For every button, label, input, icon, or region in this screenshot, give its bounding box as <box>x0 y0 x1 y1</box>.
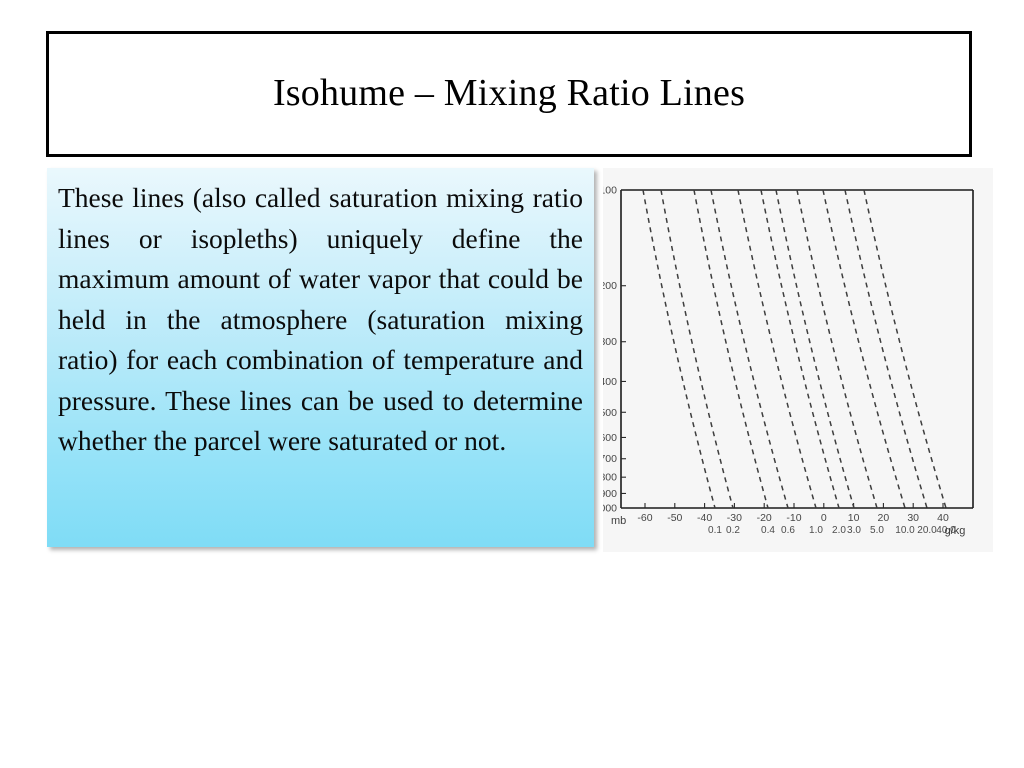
x-tick-label: -60 <box>637 512 652 524</box>
y-tick-label: 400 <box>603 376 617 388</box>
x-tick-label: 40 <box>937 512 949 524</box>
y-tick-label: 600 <box>603 432 617 444</box>
skewt-isohume-chart: 1002003004005006007008009001000 -60-50-4… <box>603 168 993 552</box>
mixing-ratio-tick-label: 2.0 <box>832 525 846 536</box>
body-paragraph: These lines (also called saturation mixi… <box>58 182 583 456</box>
chart-background <box>603 168 993 552</box>
mixing-ratio-tick-label: 0.4 <box>761 525 775 536</box>
y-tick-label: 700 <box>603 453 617 465</box>
y-tick-label: 800 <box>603 472 617 484</box>
mixing-ratio-tick-label: 0.6 <box>781 525 795 536</box>
x-tick-label: -20 <box>757 512 772 524</box>
page-title: Isohume – Mixing Ratio Lines <box>272 72 746 115</box>
y-tick-label: 100 <box>603 185 617 197</box>
y-tick-label: 1000 <box>603 503 617 515</box>
x-tick-label: 0 <box>821 512 827 524</box>
y-tick-label: 500 <box>603 407 617 419</box>
mixing-ratio-tick-label: 5.0 <box>870 525 884 536</box>
y-tick-label: 300 <box>603 336 617 348</box>
content-panel: These lines (also called saturation mixi… <box>47 168 594 547</box>
mixing-ratio-tick-label: 20.0 <box>917 525 937 536</box>
y-tick-label: 900 <box>603 488 617 500</box>
chart-svg: 1002003004005006007008009001000 -60-50-4… <box>603 168 993 552</box>
x-tick-label: -40 <box>697 512 712 524</box>
x-tick-label: -30 <box>727 512 742 524</box>
x-tick-label: 20 <box>878 512 890 524</box>
y-axis-unit-label: mb <box>611 515 626 527</box>
mixing-ratio-tick-label: 1.0 <box>809 525 823 536</box>
x-tick-label: -10 <box>786 512 801 524</box>
mixing-ratio-tick-label: 0.1 <box>708 525 722 536</box>
y-tick-label: 200 <box>603 280 617 292</box>
x-axis-unit-label: g/kg <box>945 525 966 537</box>
slide-title-box: Isohume – Mixing Ratio Lines <box>46 31 972 157</box>
x-tick-label: -50 <box>667 512 682 524</box>
x-tick-label: 10 <box>848 512 860 524</box>
x-tick-label: 30 <box>907 512 919 524</box>
mixing-ratio-tick-label: 0.2 <box>726 525 740 536</box>
mixing-ratio-tick-label: 3.0 <box>847 525 861 536</box>
mixing-ratio-tick-label: 10.0 <box>895 525 915 536</box>
